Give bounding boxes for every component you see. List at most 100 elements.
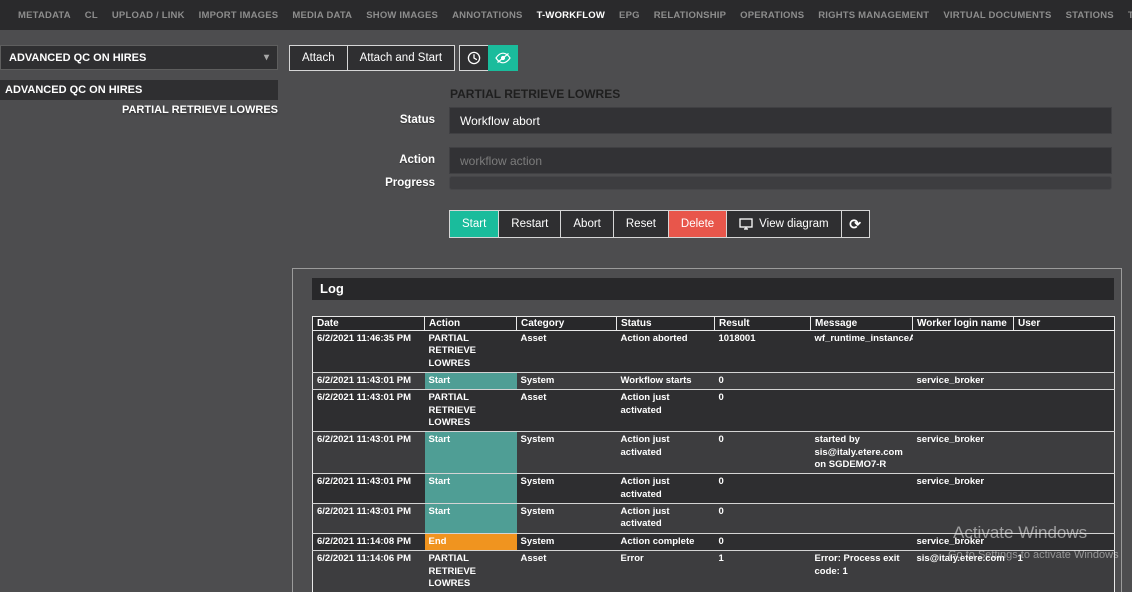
action-label: Action: [0, 147, 435, 174]
log-cell-result: 0: [715, 390, 811, 432]
nav-item-rights-management[interactable]: RIGHTS MANAGEMENT: [818, 10, 929, 21]
log-cell-message: [811, 504, 913, 534]
log-cell-status: Action complete: [617, 533, 715, 550]
log-cell-category: System: [517, 432, 617, 474]
log-cell-worker: sis@italy.etere.com: [913, 551, 1014, 592]
attach-button[interactable]: Attach: [289, 45, 348, 71]
attach-and-start-button[interactable]: Attach and Start: [347, 45, 455, 71]
col-header-message: Message: [811, 317, 913, 331]
col-header-worker-login-name: Worker login name: [913, 317, 1014, 331]
log-cell-worker: service_broker: [913, 432, 1014, 474]
nav-item-annotations[interactable]: ANNOTATIONS: [452, 10, 522, 21]
log-cell-category: System: [517, 504, 617, 534]
reset-button[interactable]: Reset: [613, 210, 669, 238]
restart-button[interactable]: Restart: [498, 210, 561, 238]
visibility-toggle-button[interactable]: [488, 45, 518, 71]
log-cell-result: 0: [715, 474, 811, 504]
delete-button[interactable]: Delete: [668, 210, 727, 238]
log-row[interactable]: 6/2/2021 11:14:08 PMEndSystemAction comp…: [313, 533, 1115, 550]
log-cell-worker: service_broker: [913, 533, 1014, 550]
log-table-header: DateActionCategoryStatusResultMessageWor…: [313, 317, 1115, 331]
clock-icon: [467, 51, 481, 65]
log-cell-action: PARTIAL RETRIEVE LOWRES: [425, 331, 517, 373]
col-header-date: Date: [313, 317, 425, 331]
nav-item-t-workflow[interactable]: T-WORKFLOW: [537, 10, 605, 21]
chevron-down-icon: ▾: [264, 52, 269, 63]
log-row[interactable]: 6/2/2021 11:43:01 PMStartSystemAction ju…: [313, 432, 1115, 474]
log-cell-action: Start: [425, 432, 517, 474]
log-cell-action: Start: [425, 504, 517, 534]
log-cell-user: [1014, 533, 1115, 550]
eye-icon: [495, 52, 511, 64]
log-cell-date: 6/2/2021 11:43:01 PM: [313, 373, 425, 390]
nav-item-epg[interactable]: EPG: [619, 10, 640, 21]
log-row[interactable]: 6/2/2021 11:46:35 PMPARTIAL RETRIEVE LOW…: [313, 331, 1115, 373]
log-cell-date: 6/2/2021 11:43:01 PM: [313, 432, 425, 474]
log-cell-worker: [913, 390, 1014, 432]
log-cell-worker: [913, 331, 1014, 373]
log-cell-action: PARTIAL RETRIEVE LOWRES: [425, 551, 517, 592]
nav-item-cl[interactable]: CL: [85, 10, 98, 21]
abort-button[interactable]: Abort: [560, 210, 614, 238]
log-cell-result: 0: [715, 533, 811, 550]
log-cell-worker: service_broker: [913, 474, 1014, 504]
start-button[interactable]: Start: [449, 210, 499, 238]
t-workflow-screen: METADATA CL UPLOAD / LINK IMPORT IMAGES MEDI…: [0, 0, 1132, 592]
log-cell-category: System: [517, 533, 617, 550]
log-cell-category: Asset: [517, 390, 617, 432]
log-cell-user: [1014, 373, 1115, 390]
log-cell-date: 6/2/2021 11:14:08 PM: [313, 533, 425, 550]
progress-label: Progress: [0, 176, 435, 190]
col-header-user: User: [1014, 317, 1115, 331]
log-cell-status: Action just activated: [617, 390, 715, 432]
log-cell-category: System: [517, 373, 617, 390]
log-cell-status: Action just activated: [617, 504, 715, 534]
workflow-tree-header[interactable]: ADVANCED QC ON HIRES: [0, 80, 278, 100]
nav-item-relationship[interactable]: RELATIONSHIP: [654, 10, 726, 21]
log-cell-result: 1: [715, 551, 811, 592]
log-cell-status: Workflow starts: [617, 373, 715, 390]
nav-item-operations[interactable]: OPERATIONS: [740, 10, 804, 21]
log-row[interactable]: 6/2/2021 11:43:01 PMPARTIAL RETRIEVE LOW…: [313, 390, 1115, 432]
action-field[interactable]: [449, 147, 1112, 174]
log-table: DateActionCategoryStatusResultMessageWor…: [312, 316, 1115, 592]
workflow-select[interactable]: ADVANCED QC ON HIRES ▾: [0, 45, 278, 70]
status-field[interactable]: [449, 107, 1112, 134]
attach-toolbar: Attach Attach and Start: [289, 45, 455, 71]
log-cell-user: [1014, 474, 1115, 504]
nav-item-import-images[interactable]: IMPORT IMAGES: [199, 10, 279, 21]
log-row[interactable]: 6/2/2021 11:43:01 PMStartSystemWorkflow …: [313, 373, 1115, 390]
nav-item-virtual-documents[interactable]: VIRTUAL DOCUMENTS: [943, 10, 1051, 21]
refresh-button[interactable]: ⟳: [841, 210, 870, 238]
workflow-title: PARTIAL RETRIEVE LOWRES: [450, 87, 620, 101]
nav-item-task[interactable]: TASK: [1128, 10, 1132, 21]
view-diagram-button[interactable]: View diagram: [726, 210, 841, 238]
log-cell-category: Asset: [517, 331, 617, 373]
log-cell-user: [1014, 504, 1115, 534]
log-cell-action: PARTIAL RETRIEVE LOWRES: [425, 390, 517, 432]
log-cell-user: [1014, 331, 1115, 373]
nav-item-show-images[interactable]: SHOW IMAGES: [366, 10, 438, 21]
nav-item-stations[interactable]: STATIONS: [1066, 10, 1114, 21]
log-cell-worker: [913, 504, 1014, 534]
col-header-category: Category: [517, 317, 617, 331]
log-row[interactable]: 6/2/2021 11:43:01 PMStartSystemAction ju…: [313, 504, 1115, 534]
history-toggle-button[interactable]: [459, 45, 489, 71]
status-label: Status: [0, 107, 435, 134]
log-cell-user: 1: [1014, 551, 1115, 592]
nav-item-media-data[interactable]: MEDIA DATA: [292, 10, 352, 21]
progress-bar: [449, 176, 1112, 190]
log-cell-date: 6/2/2021 11:43:01 PM: [313, 390, 425, 432]
log-cell-user: [1014, 390, 1115, 432]
view-diagram-label: View diagram: [759, 218, 828, 230]
nav-item-metadata[interactable]: METADATA: [18, 10, 71, 21]
log-cell-message: wf_runtime_instanceAbort: [811, 331, 913, 373]
log-cell-result: 0: [715, 373, 811, 390]
log-cell-result: 0: [715, 504, 811, 534]
log-cell-date: 6/2/2021 11:14:06 PM: [313, 551, 425, 592]
log-row[interactable]: 6/2/2021 11:14:06 PMPARTIAL RETRIEVE LOW…: [313, 551, 1115, 592]
nav-item-upload-link[interactable]: UPLOAD / LINK: [112, 10, 185, 21]
log-cell-action: Start: [425, 474, 517, 504]
log-cell-result: 1018001: [715, 331, 811, 373]
log-row[interactable]: 6/2/2021 11:43:01 PMStartSystemAction ju…: [313, 474, 1115, 504]
